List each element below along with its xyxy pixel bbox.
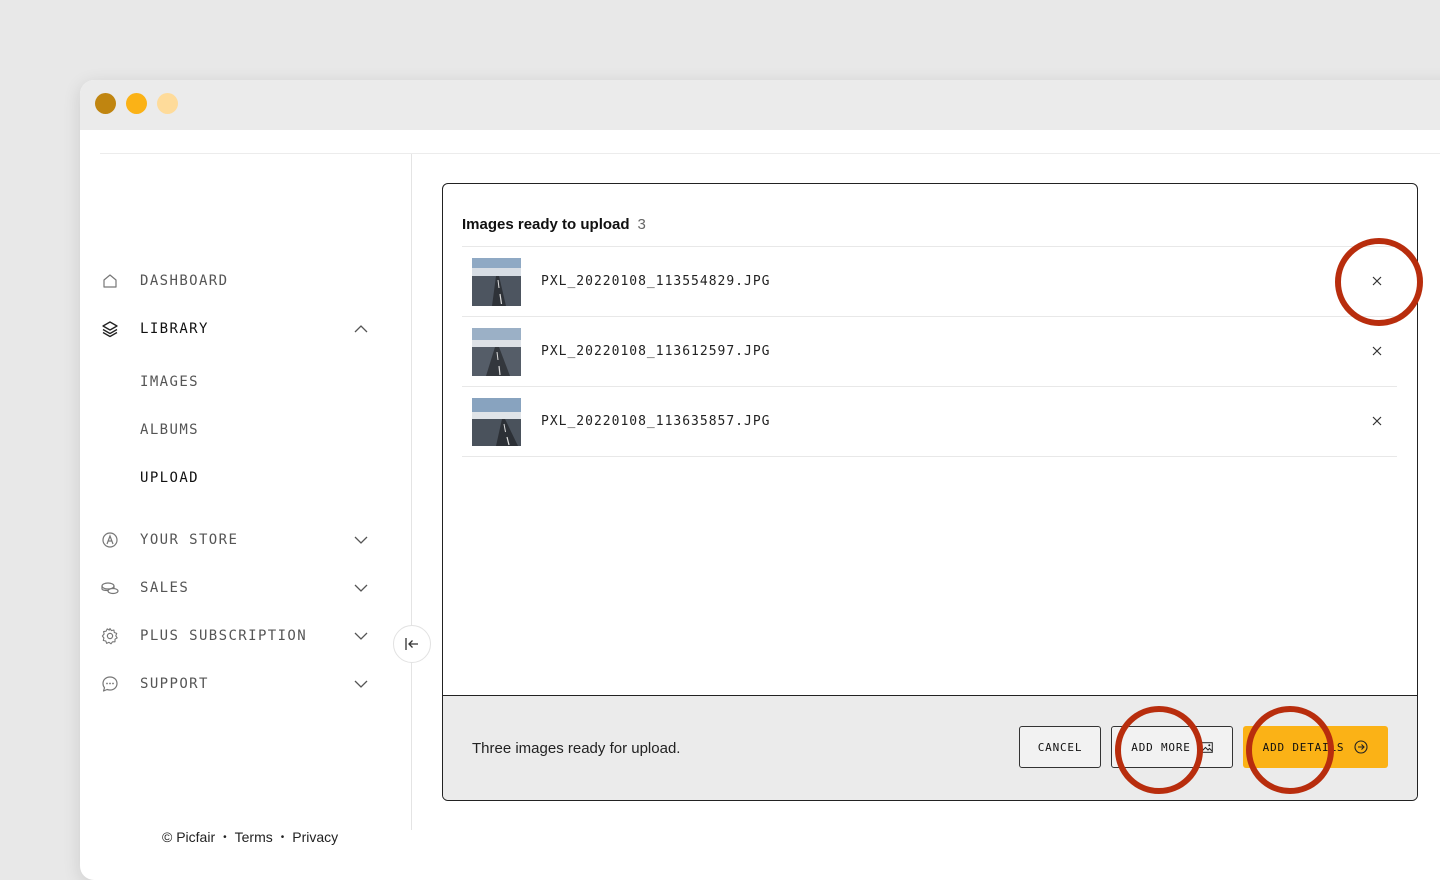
sidebar-item-sales[interactable]: SALES — [100, 573, 380, 603]
chat-icon — [100, 674, 120, 694]
close-icon — [1372, 276, 1382, 286]
chevron-down-icon[interactable] — [353, 532, 369, 548]
app-window: DASHBOARD LIBRARY IMAGES ALBUMS UPLOAD Y… — [80, 80, 1440, 880]
sidebar-item-label: YOUR STORE — [140, 532, 239, 548]
sidebar-item-label: PLUS SUBSCRIPTION — [140, 628, 308, 644]
add-more-button-label: ADD MORE — [1131, 740, 1191, 754]
chevron-down-icon[interactable] — [353, 580, 369, 596]
sidebar-subitem-albums[interactable]: ALBUMS — [140, 418, 199, 442]
sidebar-item-library[interactable]: LIBRARY — [100, 314, 380, 344]
sidebar-footer: © Picfair • Terms • Privacy — [162, 829, 338, 845]
sidebar: DASHBOARD LIBRARY IMAGES ALBUMS UPLOAD Y… — [100, 154, 411, 845]
remove-file-button[interactable] — [1367, 341, 1387, 361]
add-details-button[interactable]: ADD DETAILS — [1243, 726, 1388, 768]
sidebar-subitem-upload[interactable]: UPLOAD — [140, 466, 199, 490]
arrow-right-circle-icon — [1354, 740, 1368, 754]
sidebar-subitem-label: UPLOAD — [140, 470, 199, 486]
image-icon — [1200, 741, 1213, 753]
image-thumbnail — [472, 258, 521, 306]
file-name: PXL_20220108_113554829.JPG — [541, 274, 771, 289]
sidebar-divider — [411, 154, 412, 830]
sidebar-subitem-images[interactable]: IMAGES — [140, 370, 199, 394]
sidebar-subitem-label: ALBUMS — [140, 422, 199, 438]
sidebar-item-label: SALES — [140, 580, 190, 596]
file-row: PXL_20220108_113635857.JPG — [462, 386, 1397, 457]
chevron-down-icon[interactable] — [353, 676, 369, 692]
footer-separator: • — [223, 831, 227, 843]
cancel-button-label: CANCEL — [1037, 740, 1083, 754]
image-thumbnail — [472, 398, 521, 446]
copyright-text: © Picfair — [162, 829, 216, 845]
sidebar-item-your-store[interactable]: YOUR STORE — [100, 525, 380, 555]
maximize-window-button[interactable] — [157, 93, 178, 114]
cancel-button[interactable]: CANCEL — [1019, 726, 1101, 768]
remove-file-button[interactable] — [1367, 411, 1387, 431]
upload-status-message: Three images ready for upload. — [472, 740, 681, 757]
file-name: PXL_20220108_113612597.JPG — [541, 344, 771, 359]
upload-title: Images ready to upload — [462, 216, 630, 233]
collapse-sidebar-button[interactable] — [393, 625, 431, 663]
sidebar-item-label: DASHBOARD — [140, 273, 229, 289]
sidebar-item-dashboard[interactable]: DASHBOARD — [100, 266, 380, 296]
layers-icon — [100, 319, 120, 339]
upload-header: Images ready to upload 3 — [462, 216, 646, 233]
add-details-button-label: ADD DETAILS — [1262, 740, 1345, 754]
chevron-up-icon[interactable] — [353, 321, 369, 337]
image-thumbnail — [472, 328, 521, 376]
sidebar-item-label: SUPPORT — [140, 676, 209, 692]
file-name: PXL_20220108_113635857.JPG — [541, 414, 771, 429]
sidebar-item-plus-subscription[interactable]: PLUS SUBSCRIPTION — [100, 621, 380, 651]
file-list: PXL_20220108_113554829.JPG PXL_20220108_… — [462, 246, 1397, 457]
upload-panel: Images ready to upload 3 PXL_20220108_113… — [442, 183, 1418, 801]
home-icon — [100, 271, 120, 291]
close-icon — [1372, 346, 1382, 356]
upload-count: 3 — [637, 216, 646, 233]
sidebar-subitem-label: IMAGES — [140, 374, 199, 390]
file-row: PXL_20220108_113554829.JPG — [462, 246, 1397, 316]
sidebar-item-label: LIBRARY — [140, 321, 209, 337]
close-icon — [1372, 416, 1382, 426]
file-row: PXL_20220108_113612597.JPG — [462, 316, 1397, 386]
upload-footer: Three images ready for upload. CANCEL AD… — [443, 695, 1417, 800]
terms-link[interactable]: Terms — [235, 829, 273, 845]
store-icon — [100, 530, 120, 550]
collapse-left-icon — [405, 638, 418, 650]
minimize-window-button[interactable] — [126, 93, 147, 114]
title-bar — [80, 80, 1440, 130]
sidebar-item-support[interactable]: SUPPORT — [100, 669, 380, 699]
footer-separator: • — [280, 831, 285, 843]
add-more-button[interactable]: ADD MORE — [1111, 726, 1233, 768]
remove-file-button[interactable] — [1367, 271, 1387, 291]
close-window-button[interactable] — [95, 93, 116, 114]
gear-icon — [100, 626, 120, 646]
chevron-down-icon[interactable] — [353, 628, 369, 644]
privacy-link[interactable]: Privacy — [292, 829, 338, 845]
coins-icon — [100, 578, 120, 598]
